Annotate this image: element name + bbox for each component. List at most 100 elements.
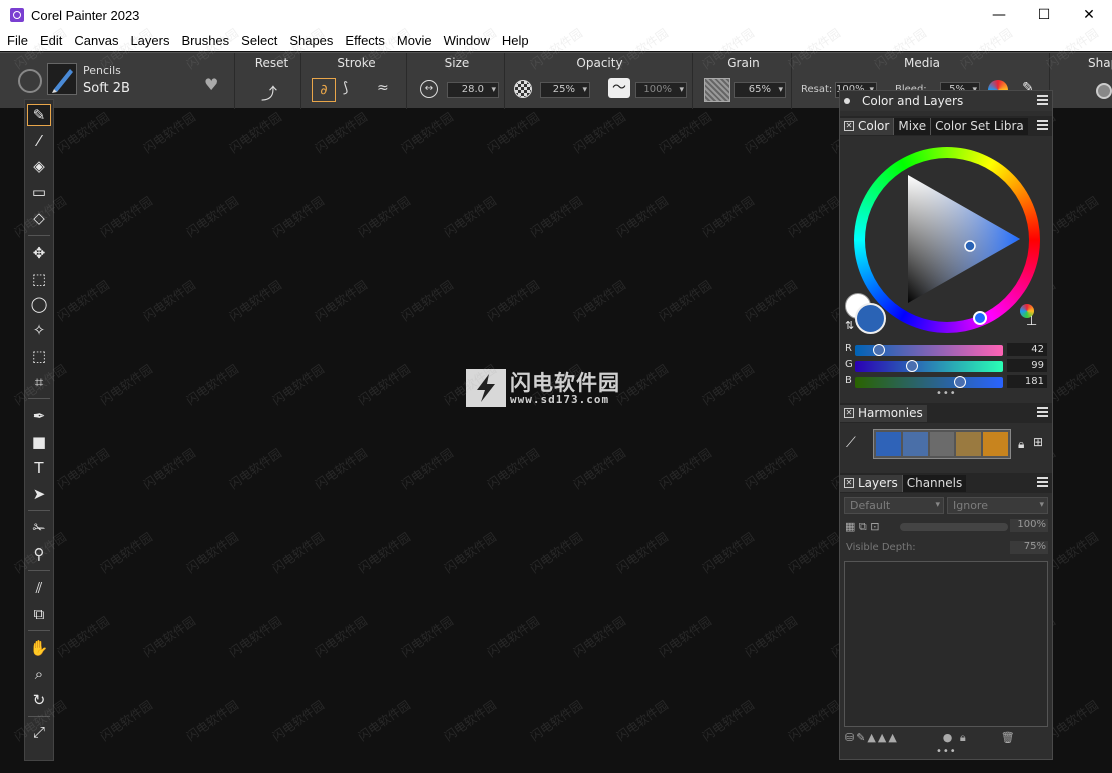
shape-icon[interactable] [1096, 83, 1112, 99]
layer-action-icons[interactable]: ⛁✎▲▲▲ ● 🔒︎ 🗑 [845, 731, 1050, 747]
tab-harmonies[interactable]: ✕ Harmonies [840, 404, 927, 422]
crop-tool-icon[interactable]: ⌗ [27, 371, 51, 393]
paper-grain-icon[interactable] [704, 78, 730, 102]
harmony-swatch[interactable] [956, 432, 982, 456]
menu-canvas[interactable]: Canvas [68, 33, 124, 48]
dropper-tool-icon[interactable]: ⁄ [27, 130, 51, 152]
paint-bucket-icon[interactable]: ◈ [27, 155, 51, 177]
layers-panel-more-dots[interactable]: ••• [936, 746, 957, 757]
lasso-tool-icon[interactable]: ◯ [27, 293, 51, 315]
tab-layers[interactable]: ✕ Layers [840, 474, 902, 492]
color-panel-more-dots[interactable]: ••• [936, 388, 957, 399]
straight-stroke-icon[interactable]: ⟆ [343, 80, 348, 96]
slider-green-track[interactable] [855, 361, 1003, 372]
close-panel-icon[interactable]: ✕ [844, 408, 854, 418]
freehand-stroke-icon[interactable]: ∂ [312, 78, 336, 102]
composite-method-dropdown[interactable]: Default [844, 497, 944, 514]
brush-library-icon[interactable] [18, 69, 42, 93]
slider-green-value[interactable]: 99 [1007, 359, 1047, 372]
reset-brush-icon[interactable]: ⤴ [261, 80, 277, 104]
menu-edit[interactable]: Edit [34, 33, 68, 48]
favorite-heart-icon[interactable]: ♥ [204, 75, 218, 94]
harmony-swatch[interactable] [902, 432, 928, 456]
selection-adjuster-icon[interactable]: ⬚ [27, 345, 51, 367]
rubber-stamp-icon[interactable]: ⚲ [27, 543, 51, 565]
harmony-lock-icon[interactable]: 🔒︎ [1018, 437, 1024, 452]
layer-opacity-icons[interactable]: ▦ ⧉ ⊡ [845, 520, 895, 534]
grain-field[interactable]: 65% [734, 82, 786, 98]
layer-list[interactable] [844, 561, 1048, 727]
size-field[interactable]: 28.0 [447, 82, 499, 98]
harmony-rule-icon[interactable]: ⟋ [846, 435, 856, 451]
menu-brushes[interactable]: Brushes [175, 33, 235, 48]
eraser-tool-icon[interactable]: ◇ [27, 207, 51, 229]
magic-wand-icon[interactable]: ✧ [27, 319, 51, 341]
layer-adjuster-icon[interactable]: ✥ [27, 242, 51, 264]
primary-color-swatch[interactable] [855, 303, 886, 334]
close-button[interactable]: ✕ [1066, 0, 1112, 30]
layer-opacity-slider[interactable] [900, 523, 1008, 531]
menu-select[interactable]: Select [235, 33, 283, 48]
stylus-expression-icon[interactable]: 〜 [608, 78, 630, 98]
opacity-expression-field[interactable]: 100% [635, 82, 687, 98]
add-harmony-icon[interactable]: ⊞ [1033, 435, 1043, 449]
visible-depth-value[interactable]: 75% [1010, 541, 1048, 554]
brush-tool-icon[interactable]: ✎ [27, 104, 51, 126]
harmony-swatch[interactable] [876, 432, 901, 456]
shape-selection-icon[interactable]: ➤ [27, 483, 51, 505]
tool-separator [28, 716, 50, 717]
cloner-tool-icon[interactable]: ✁ [27, 517, 51, 539]
menu-shapes[interactable]: Shapes [283, 33, 339, 48]
text-tool-icon[interactable]: T [27, 457, 51, 479]
magnifier-icon[interactable]: ⌕ [27, 663, 51, 685]
menu-effects[interactable]: Effects [339, 33, 391, 48]
rectangular-selection-icon[interactable]: ⬚ [27, 268, 51, 290]
canvas-workspace[interactable] [56, 109, 838, 773]
layers-menu-icon[interactable] [1037, 477, 1048, 487]
brush-variant[interactable]: Soft 2B [83, 81, 130, 96]
maximize-button[interactable]: ☐ [1021, 0, 1067, 30]
transform-tool-icon[interactable]: ⧉ [27, 603, 51, 625]
color-panel-menu-icon[interactable] [1037, 120, 1048, 130]
slider-blue-value[interactable]: 181 [1007, 375, 1047, 388]
slider-red-value[interactable]: 42 [1007, 343, 1047, 356]
harmonies-menu-icon[interactable] [1037, 407, 1048, 417]
close-panel-icon[interactable]: ✕ [844, 478, 854, 488]
slider-blue-label: B [845, 375, 852, 386]
close-panel-icon[interactable]: ✕ [844, 121, 854, 131]
menu-layers[interactable]: Layers [124, 33, 175, 48]
tab-color[interactable]: ✕ Color [840, 117, 894, 135]
mirror-painting-icon[interactable]: ⫽ [27, 577, 51, 599]
hue-ring-handle[interactable] [973, 311, 987, 325]
slider-blue-track[interactable] [855, 377, 1003, 388]
menu-help[interactable]: Help [496, 33, 535, 48]
opacity-field[interactable]: 25% [540, 82, 590, 98]
minimize-button[interactable]: — [976, 0, 1022, 30]
gradient-tool-icon[interactable]: ▭ [27, 181, 51, 203]
tool-separator [28, 630, 50, 631]
fit-screen-icon[interactable]: ⤢ [27, 721, 51, 743]
slider-blue-knob[interactable] [954, 376, 967, 388]
harmony-swatch[interactable] [929, 432, 955, 456]
stroke-options-icon[interactable]: ≈ [377, 80, 389, 96]
menu-file[interactable]: File [0, 33, 34, 48]
tab-channels[interactable]: Channels [901, 474, 967, 492]
swap-colors-icon[interactable]: ⇅ [845, 319, 854, 332]
brush-category[interactable]: Pencils [83, 64, 121, 77]
color-dropper-icon[interactable]: ⊥ [1026, 314, 1044, 330]
layer-opacity-value[interactable]: 100% [1010, 519, 1048, 532]
harmony-swatch[interactable] [983, 432, 1008, 456]
brush-preview-icon[interactable] [47, 63, 77, 95]
grabber-hand-icon[interactable]: ✋ [27, 637, 51, 659]
panel-group-menu-icon[interactable] [1037, 95, 1048, 105]
menu-window[interactable]: Window [438, 33, 496, 48]
panel-group-header[interactable]: Color and Layers [840, 91, 1052, 111]
rotate-page-icon[interactable]: ↻ [27, 689, 51, 711]
pen-tool-icon[interactable]: ✒ [27, 405, 51, 427]
saturation-value-triangle[interactable] [894, 171, 1026, 307]
tab-mixer[interactable]: Mixe [893, 117, 931, 135]
menu-movie[interactable]: Movie [391, 33, 438, 48]
tab-color-set-libraries[interactable]: Color Set Libra [930, 117, 1028, 135]
preserve-mode-dropdown[interactable]: Ignore [947, 497, 1048, 514]
rectangle-shape-icon[interactable]: ■ [27, 431, 51, 453]
